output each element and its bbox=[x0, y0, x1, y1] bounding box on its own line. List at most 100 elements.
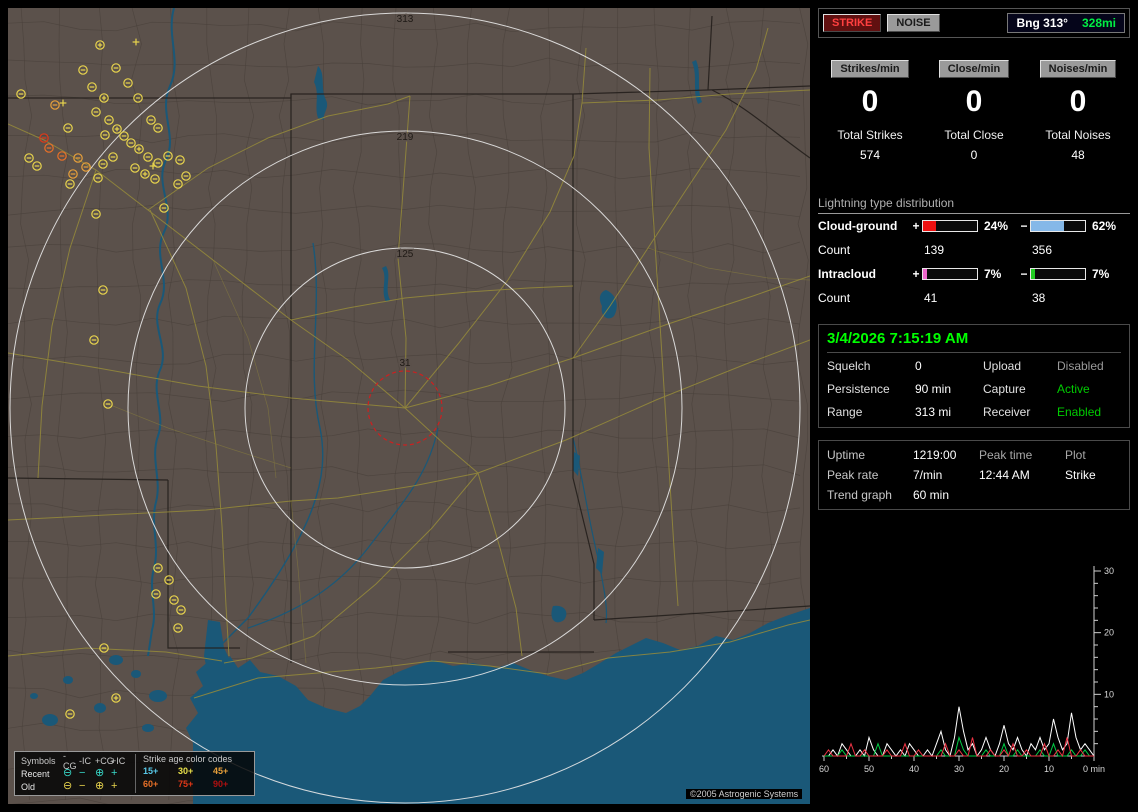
svg-text:30: 30 bbox=[1104, 566, 1114, 576]
radar-map-svg: 313 219 125 31 bbox=[8, 8, 810, 804]
svg-text:10: 10 bbox=[1044, 764, 1054, 774]
trend-graph-label: Trend graph bbox=[827, 488, 892, 502]
legend-header-pos-cg: +CG bbox=[95, 755, 114, 766]
upload-label: Upload bbox=[983, 358, 1022, 373]
strikes-per-min-button[interactable]: Strikes/min bbox=[831, 60, 909, 78]
plot-label: Plot bbox=[1065, 448, 1086, 462]
total-noises-label: Total Noises bbox=[1045, 128, 1111, 142]
peak-time-label: Peak time bbox=[979, 448, 1033, 462]
noise-mode-button[interactable]: NOISE bbox=[887, 14, 940, 32]
datetime-display: 3/4/2026 7:15:19 AM bbox=[827, 330, 1121, 353]
recent-pos-ic-symbol: + bbox=[111, 767, 118, 779]
close-per-min-value: 0 bbox=[965, 85, 983, 118]
capture-label: Capture bbox=[983, 381, 1026, 396]
persistence-label: Persistence bbox=[827, 381, 890, 396]
minus-sign: − bbox=[1020, 267, 1028, 281]
bearing-value: Bng 313° bbox=[1016, 16, 1068, 30]
cloud-ground-label: Cloud-ground bbox=[818, 219, 898, 233]
total-close-value: 0 bbox=[970, 148, 978, 162]
minus-sign: − bbox=[1020, 219, 1028, 233]
status-box: 3/4/2026 7:15:19 AM Squelch 0 Upload Dis… bbox=[818, 324, 1130, 428]
recent-neg-cg-symbol: ⊖ bbox=[63, 767, 73, 779]
legend-header-neg-ic: -IC bbox=[79, 755, 91, 766]
svg-text:10: 10 bbox=[1104, 689, 1114, 699]
ic-neg-count: 38 bbox=[1032, 291, 1046, 305]
age-code-30: 30+ bbox=[178, 765, 194, 776]
svg-text:50: 50 bbox=[864, 764, 874, 774]
intracloud-count-row: Count 41 38 bbox=[818, 286, 1130, 310]
intracloud-row: Intracloud + 7% − 7% bbox=[818, 262, 1130, 286]
old-neg-ic-symbol: − bbox=[79, 780, 86, 792]
uptime-label: Uptime bbox=[827, 448, 866, 462]
stats-row: Peak rate 7/min 12:44 AM Strike bbox=[827, 465, 1121, 485]
totals-row: Total Strikes 574 Total Close 0 Total No… bbox=[818, 128, 1130, 162]
map-legend: Symbols -CG -IC +CG +IC Recent ⊖ − ⊕ + O… bbox=[14, 751, 255, 796]
cg-neg-gauge bbox=[1030, 220, 1086, 232]
noises-per-min-button[interactable]: Noises/min bbox=[1039, 60, 1117, 78]
rate-counters: Strikes/min 0 Close/min 0 Noises/min 0 bbox=[818, 60, 1130, 118]
legend-symbols-table: Symbols -CG -IC +CG +IC Recent ⊖ − ⊕ + O… bbox=[21, 751, 127, 793]
ring-label-125: 125 bbox=[397, 249, 414, 260]
svg-text:0 min: 0 min bbox=[1083, 764, 1105, 774]
plot-value: Strike bbox=[1065, 468, 1096, 482]
strike-mode-button[interactable]: STRIKE bbox=[823, 14, 882, 32]
age-code-15: 15+ bbox=[143, 765, 159, 776]
cg-pos-gauge bbox=[922, 220, 978, 232]
legend-header-pos-ic: +IC bbox=[111, 755, 126, 766]
plus-sign: + bbox=[912, 267, 920, 281]
map-view[interactable]: 313 219 125 31 Symbols -CG -IC +CG +IC R… bbox=[8, 8, 810, 804]
cg-pos-percent: 24% bbox=[984, 219, 1009, 233]
intracloud-label: Intracloud bbox=[818, 267, 877, 281]
uptime-value: 1219:00 bbox=[913, 448, 957, 462]
svg-text:60: 60 bbox=[819, 764, 829, 774]
legend-age-codes: Strike age color codes 15+ 30+ 45+ 60+ 7… bbox=[135, 754, 248, 793]
svg-text:20: 20 bbox=[1104, 628, 1114, 638]
squelch-value: 0 bbox=[915, 358, 922, 373]
age-code-75: 75+ bbox=[178, 778, 194, 789]
trend-graph: 10 20 30 60 50 40 30 20 10 0 min bbox=[818, 526, 1130, 778]
total-strikes-label: Total Strikes bbox=[837, 128, 903, 142]
upload-value: Disabled bbox=[1057, 358, 1104, 373]
ring-label-313: 313 bbox=[397, 14, 414, 25]
cloud-ground-row: Cloud-ground + 24% − 62% bbox=[818, 214, 1130, 238]
noises-per-min-value: 0 bbox=[1069, 85, 1087, 118]
legend-header-symbols: Symbols bbox=[21, 755, 56, 766]
svg-text:30: 30 bbox=[954, 764, 964, 774]
bearing-readout: Bng 313° 328mi bbox=[1007, 13, 1125, 33]
svg-text:40: 40 bbox=[909, 764, 919, 774]
ic-pos-gauge bbox=[922, 268, 978, 280]
peak-rate-label: Peak rate bbox=[827, 468, 879, 482]
bearing-distance: 328mi bbox=[1081, 16, 1116, 30]
trend-graph-window: 60 min bbox=[913, 488, 950, 502]
age-code-45: 45+ bbox=[213, 765, 229, 776]
stats-row: Trend graph 60 min bbox=[827, 485, 1121, 505]
ring-label-close: 31 bbox=[399, 358, 411, 369]
old-neg-cg-symbol: ⊖ bbox=[63, 780, 73, 792]
recent-neg-ic-symbol: − bbox=[79, 767, 86, 779]
range-label: Range bbox=[827, 404, 863, 419]
side-panel: STRIKE NOISE Bng 313° 328mi Strikes/min 0… bbox=[818, 8, 1130, 804]
ic-pos-count: 41 bbox=[924, 291, 938, 305]
receiver-label: Receiver bbox=[983, 404, 1031, 419]
ring-label-219: 219 bbox=[397, 132, 414, 143]
stats-row: Uptime 1219:00 Peak time Plot bbox=[827, 445, 1121, 465]
distribution-title: Lightning type distribution bbox=[818, 196, 1130, 214]
cg-neg-count: 356 bbox=[1032, 243, 1053, 257]
strikes-per-min-value: 0 bbox=[861, 85, 879, 118]
persistence-value: 90 min bbox=[915, 381, 952, 396]
status-row: Squelch 0 Upload Disabled bbox=[827, 355, 1121, 376]
stats-box: Uptime 1219:00 Peak time Plot Peak rate … bbox=[818, 440, 1130, 510]
count-label: Count bbox=[818, 243, 851, 257]
count-label: Count bbox=[818, 291, 851, 305]
squelch-label: Squelch bbox=[827, 358, 871, 373]
cg-pos-count: 139 bbox=[924, 243, 945, 257]
age-codes-title: Strike age color codes bbox=[143, 754, 233, 764]
peak-time-value: 12:44 AM bbox=[979, 468, 1030, 482]
close-per-min-button[interactable]: Close/min bbox=[938, 60, 1010, 78]
ic-neg-percent: 7% bbox=[1092, 267, 1110, 281]
old-pos-cg-symbol: ⊕ bbox=[95, 780, 105, 792]
status-row: Persistence 90 min Capture Active bbox=[827, 378, 1121, 399]
total-noises-value: 48 bbox=[1071, 148, 1085, 162]
recent-pos-cg-symbol: ⊕ bbox=[95, 767, 105, 779]
cg-neg-percent: 62% bbox=[1092, 219, 1117, 233]
